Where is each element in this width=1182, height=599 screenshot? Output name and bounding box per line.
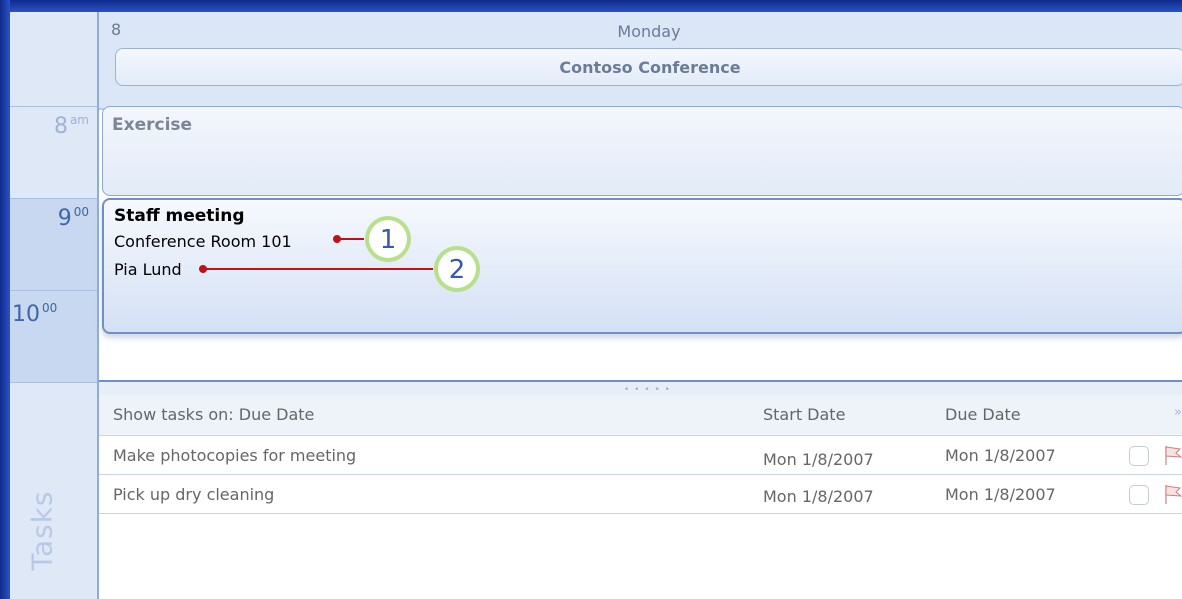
callout-number: 1 [380,225,397,255]
callout-2: 2 [199,246,480,292]
callout-overlay: 1 2 [199,216,480,292]
callout-1: 1 [333,216,411,262]
callout-number: 2 [449,255,466,285]
